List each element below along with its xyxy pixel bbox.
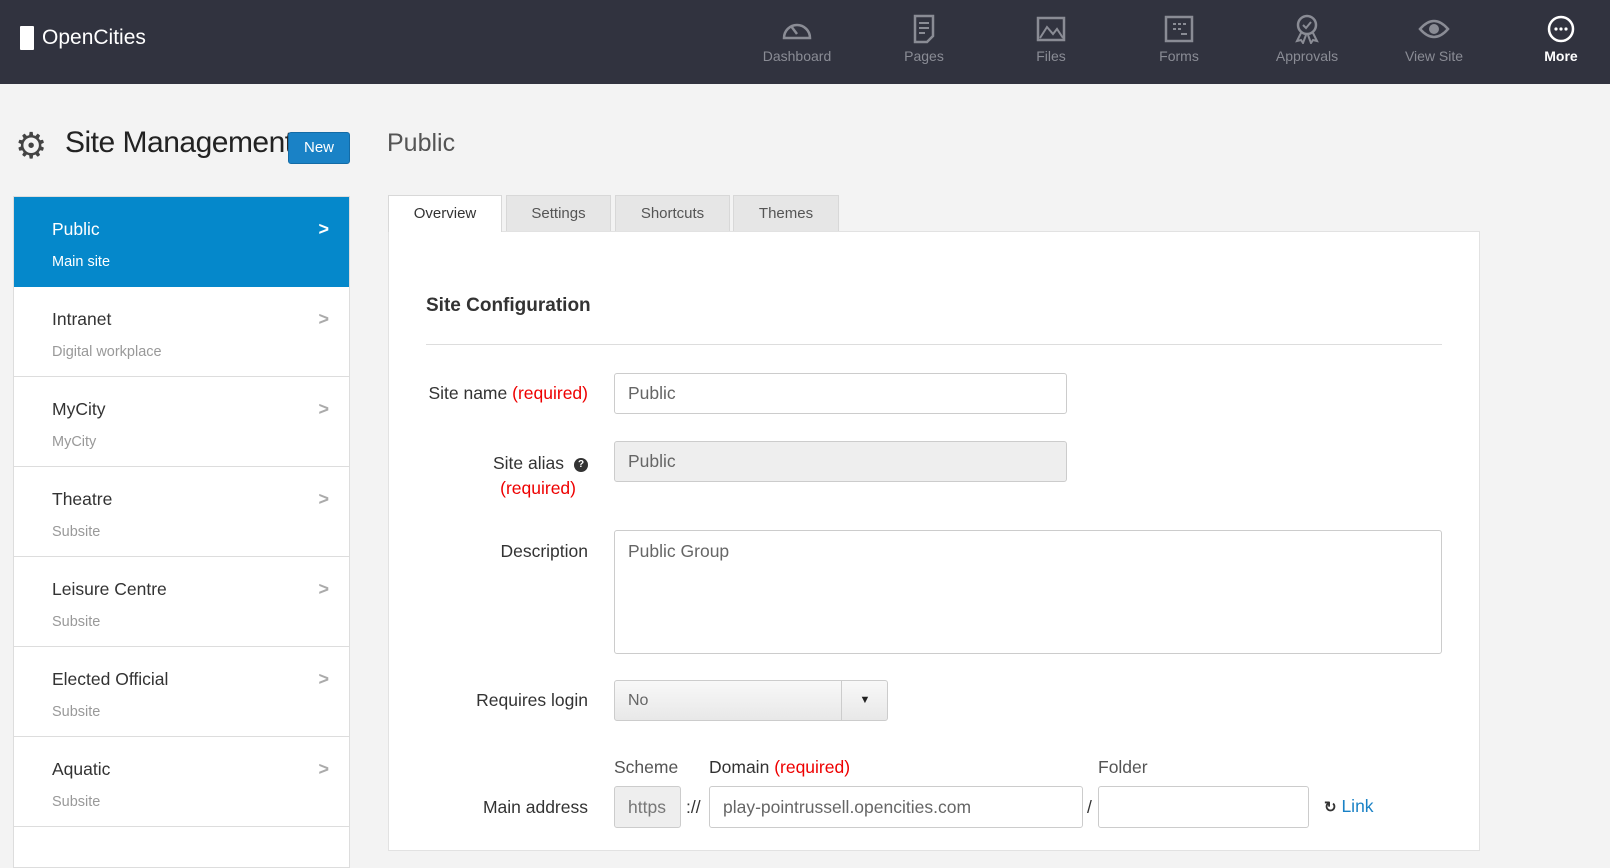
- nav-label: Dashboard: [762, 48, 832, 64]
- link-button[interactable]: ↻ Link: [1324, 796, 1374, 817]
- domain-label: Domain (required): [709, 757, 850, 778]
- nav-label: View Site: [1404, 48, 1464, 64]
- forms-icon: [1164, 15, 1194, 43]
- site-title: Leisure Centre: [52, 579, 167, 599]
- pages-icon: [913, 14, 935, 44]
- tab-settings[interactable]: Settings: [506, 195, 611, 231]
- nav-label: Approvals: [1275, 48, 1339, 64]
- required-marker: (required): [774, 757, 851, 777]
- dashboard-icon: [782, 23, 812, 40]
- site-item-intranet[interactable]: Intranet Digital workplace >: [14, 287, 349, 377]
- help-icon[interactable]: ?: [574, 458, 588, 472]
- nav-more[interactable]: More: [1506, 0, 1610, 84]
- nav-label: Forms: [1159, 48, 1199, 64]
- site-name-input[interactable]: Public: [614, 373, 1067, 414]
- tab-shortcuts[interactable]: Shortcuts: [615, 195, 730, 231]
- site-subtitle: Main site: [52, 254, 111, 270]
- scheme-input[interactable]: https: [614, 786, 681, 828]
- scheme-separator: ://: [686, 797, 701, 817]
- caret-down-icon[interactable]: ▼: [841, 681, 888, 720]
- main-address-label: Main address: [482, 797, 588, 817]
- brand-logo[interactable]: OpenCities: [20, 26, 146, 50]
- site-subtitle: Subsite: [52, 614, 101, 630]
- scheme-label: Scheme: [614, 757, 679, 777]
- tab-themes[interactable]: Themes: [733, 195, 839, 231]
- site-title: Public: [52, 219, 100, 239]
- chevron-right-icon: >: [318, 759, 329, 779]
- approvals-icon: [1295, 14, 1319, 44]
- site-name-label: Site name (required): [288, 383, 588, 404]
- label-text: Domain: [709, 757, 770, 777]
- nav-files[interactable]: Files: [996, 0, 1106, 84]
- site-alias-label: Site alias? (required): [274, 451, 588, 501]
- top-navbar: OpenCities Dashboard Pages Files Forms A…: [0, 0, 1610, 84]
- site-subtitle: MyCity: [52, 434, 97, 450]
- brand-name: OpenCities: [42, 26, 146, 49]
- select-value: No: [628, 691, 649, 709]
- page-title: Public: [387, 129, 456, 157]
- required-marker: (required): [500, 478, 576, 498]
- site-subtitle: Subsite: [52, 524, 101, 540]
- page-heading: Site Management: [65, 126, 293, 159]
- gear-icon: ⚙: [15, 125, 48, 166]
- chevron-right-icon: >: [318, 309, 329, 329]
- required-marker: (required): [512, 383, 588, 403]
- folder-label: Folder: [1098, 757, 1148, 777]
- nav-approvals[interactable]: Approvals: [1252, 0, 1362, 84]
- more-icon: [1547, 15, 1575, 43]
- link-text: Link: [1341, 796, 1374, 816]
- label-text: Site alias: [492, 453, 564, 473]
- external-link-icon: ↻: [1324, 799, 1337, 816]
- site-subtitle: Digital workplace: [52, 344, 162, 360]
- requires-login-label: Requires login: [476, 690, 588, 710]
- chevron-right-icon: >: [318, 669, 329, 689]
- domain-input[interactable]: play-pointrussell.opencities.com: [709, 786, 1083, 828]
- section-title: Site Configuration: [426, 295, 591, 316]
- nav-forms[interactable]: Forms: [1124, 0, 1234, 84]
- site-item-public[interactable]: Public Main site >: [14, 197, 349, 287]
- description-label: Description: [500, 541, 588, 561]
- description-textarea[interactable]: Public Group: [614, 530, 1442, 654]
- folder-separator: /: [1087, 797, 1092, 817]
- chevron-right-icon: >: [318, 579, 329, 599]
- requires-login-select[interactable]: No ▼: [614, 680, 888, 721]
- new-site-button[interactable]: New: [288, 132, 350, 164]
- nav-label: More: [1544, 48, 1578, 64]
- site-title: Intranet: [52, 309, 112, 329]
- nav-label: Pages: [904, 48, 944, 64]
- chevron-right-icon: >: [318, 219, 329, 239]
- files-icon: [1036, 16, 1066, 42]
- site-item-leisure-centre[interactable]: Leisure Centre Subsite >: [14, 557, 349, 647]
- site-title: Aquatic: [52, 759, 111, 779]
- tab-overview[interactable]: Overview: [388, 195, 502, 232]
- divider: [426, 344, 1442, 345]
- site-item-more[interactable]: [14, 827, 349, 867]
- eye-icon: [1418, 19, 1450, 39]
- door-icon: [20, 26, 34, 50]
- nav-pages[interactable]: Pages: [869, 0, 979, 84]
- site-title: Elected Official: [52, 669, 169, 689]
- site-alias-input[interactable]: Public: [614, 441, 1067, 482]
- site-list: Public Main site > Intranet Digital workpla…: [13, 196, 350, 868]
- nav-view-site[interactable]: View Site: [1379, 0, 1489, 84]
- label-text: Site name: [428, 383, 508, 403]
- nav-label: Files: [1036, 48, 1066, 64]
- nav-dashboard[interactable]: Dashboard: [742, 0, 852, 84]
- folder-input[interactable]: [1098, 786, 1309, 828]
